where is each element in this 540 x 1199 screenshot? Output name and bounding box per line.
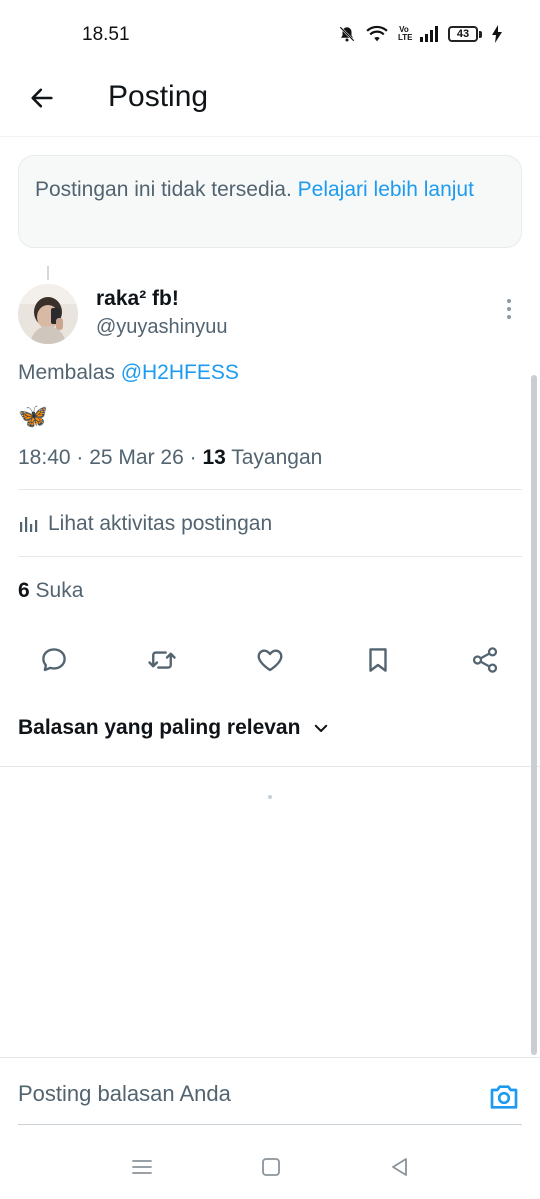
status-icons: Vo LTE 43 <box>338 22 502 46</box>
post-meta: 18:40 · 25 Mar 26 · 13 Tayangan <box>18 446 322 470</box>
replies-sort-dropdown[interactable]: Balasan yang paling relevan <box>18 716 330 740</box>
volte-indicator: Vo LTE <box>398 25 413 42</box>
views-label: Tayangan <box>225 446 323 469</box>
wifi-icon <box>366 25 388 43</box>
charging-icon <box>492 25 502 43</box>
signal-icon <box>420 26 438 42</box>
mute-bell-icon <box>338 25 356 43</box>
back-nav-button[interactable] <box>385 1152 415 1182</box>
analytics-icon <box>20 517 38 532</box>
camera-button[interactable] <box>487 1080 521 1112</box>
share-icon <box>472 647 498 673</box>
likes-count: 6 <box>18 579 30 602</box>
menu-icon <box>132 1160 152 1174</box>
author-name[interactable]: raka² fb! <box>96 287 179 311</box>
top-header: Posting <box>0 70 540 137</box>
divider <box>18 489 522 490</box>
back-triangle-icon <box>392 1158 407 1176</box>
loading-indicator <box>268 795 272 799</box>
post-body: 🦋 <box>18 403 48 430</box>
likes-count-button[interactable]: 6 Suka <box>18 579 83 603</box>
more-dot <box>507 299 511 303</box>
thread-line <box>47 266 49 280</box>
scrollbar[interactable] <box>531 375 537 1055</box>
status-bar: 18.51 Vo LTE 43 <box>0 0 540 70</box>
reply-input[interactable] <box>18 1081 468 1107</box>
activity-label: Lihat aktivitas postingan <box>48 512 273 535</box>
more-dot <box>507 315 511 319</box>
bookmark-icon <box>369 648 387 672</box>
page-title: Posting <box>108 80 209 113</box>
like-button[interactable] <box>252 642 288 678</box>
divider <box>18 1124 522 1125</box>
retweet-icon <box>148 651 176 669</box>
author-handle[interactable]: @yuyashinyuu <box>96 316 227 339</box>
divider <box>18 556 522 557</box>
reply-context: Membalas @H2HFESS <box>18 361 239 384</box>
learn-more-link[interactable]: Pelajari lebih lanjut <box>298 178 474 201</box>
camera-icon <box>490 1085 518 1109</box>
back-button[interactable] <box>26 82 58 114</box>
sort-label: Balasan yang paling relevan <box>18 716 301 739</box>
notice-text: Postingan ini tidak tersedia. <box>35 178 298 201</box>
views-count: 13 <box>202 446 226 469</box>
action-bar <box>0 640 540 680</box>
more-options-button[interactable] <box>499 296 519 322</box>
chevron-down-icon <box>315 724 328 732</box>
bookmark-button[interactable] <box>360 642 396 678</box>
status-time: 18.51 <box>82 24 130 45</box>
likes-label: Suka <box>29 579 84 602</box>
repost-button[interactable] <box>144 642 180 678</box>
divider <box>0 766 540 767</box>
home-nav-button[interactable] <box>256 1152 286 1182</box>
unavailable-notice: Postingan ini tidak tersedia. Pelajari l… <box>18 155 522 248</box>
menu-nav-button[interactable] <box>127 1152 157 1182</box>
system-nav-bar <box>0 1140 540 1199</box>
battery-icon: 43 <box>448 26 482 42</box>
more-dot <box>507 307 511 311</box>
reply-icon <box>42 648 66 672</box>
like-icon <box>257 649 283 672</box>
post-time: 18:40 · 25 Mar 26 · <box>18 446 203 469</box>
reply-handle-link[interactable]: @H2HFESS <box>121 361 239 384</box>
home-square-icon <box>262 1158 280 1176</box>
post-activity-button[interactable]: Lihat aktivitas postingan <box>18 508 272 540</box>
reply-button[interactable] <box>36 642 72 678</box>
battery-level: 43 <box>448 26 478 42</box>
share-button[interactable] <box>467 642 503 678</box>
back-arrow-icon <box>31 88 53 108</box>
divider <box>0 1057 540 1058</box>
avatar[interactable] <box>18 284 78 344</box>
